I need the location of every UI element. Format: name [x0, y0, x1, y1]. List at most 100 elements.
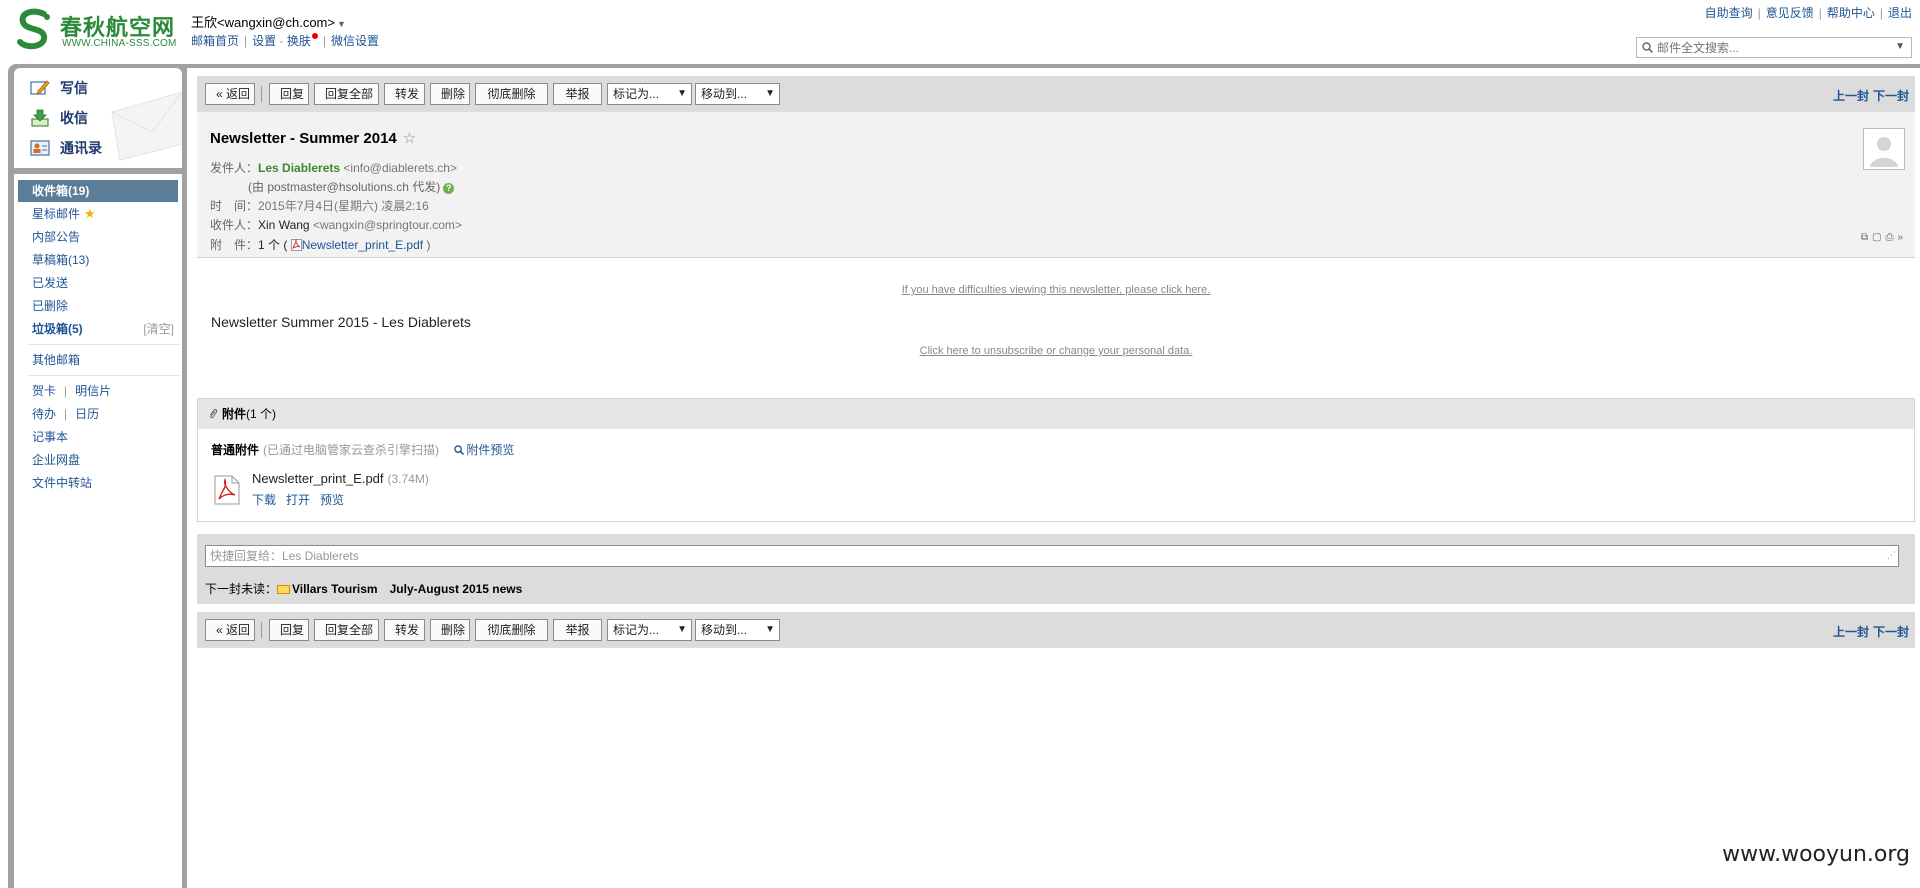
receive-mail-button[interactable]: 收信	[30, 107, 88, 129]
search-options-chevron-icon[interactable]: ▼	[1895, 41, 1905, 52]
folder-starred[interactable]: 星标邮件 ★	[18, 203, 178, 225]
reply-button[interactable]: 回复	[269, 619, 309, 641]
mark-as-label: 标记为...	[613, 623, 660, 637]
todo-link[interactable]: 待办	[32, 407, 56, 421]
folder-spam-label: 垃圾箱(5)	[32, 322, 83, 336]
next-mail-link[interactable]: 下一封	[1873, 625, 1909, 639]
folder-internal[interactable]: 内部公告	[18, 226, 178, 248]
mail-pager: 上一封 下一封	[1829, 87, 1909, 104]
quick-reply-input[interactable]: 快捷回复给：Les Diablerets ⋰	[205, 545, 1899, 567]
delete-forever-button[interactable]: 彻底删除	[475, 83, 548, 105]
chevron-down-icon[interactable]: ▼	[337, 19, 346, 29]
open-link[interactable]: 打开	[286, 493, 310, 507]
next-mail-link[interactable]: 下一封	[1873, 89, 1909, 103]
nav-divider	[28, 375, 180, 376]
report-button[interactable]: 举报	[553, 619, 602, 641]
user-account[interactable]: 王欣<wangxin@ch.com> ▼	[191, 12, 346, 31]
logout-link[interactable]: 退出	[1888, 6, 1912, 20]
delete-button[interactable]: 删除	[430, 619, 470, 641]
via-text: (由 postmaster@hsolutions.ch 代发)	[248, 180, 441, 194]
attachment-preview-link[interactable]: 附件预览	[454, 443, 514, 457]
back-button[interactable]: « 返回	[205, 83, 255, 105]
watermark: www.wooyun.org	[1722, 842, 1910, 867]
search-box[interactable]: ▼	[1636, 37, 1912, 58]
mark-as-select[interactable]: 标记为... ▼	[607, 83, 692, 105]
report-button[interactable]: 举报	[553, 83, 602, 105]
clear-spam-link[interactable]: [清空]	[143, 318, 174, 340]
more-chevron-icon[interactable]: »	[1897, 232, 1903, 243]
folder-spam[interactable]: 垃圾箱(5) [清空]	[18, 318, 178, 340]
mark-as-select[interactable]: 标记为... ▼	[607, 619, 692, 641]
feedback-link[interactable]: 意见反馈	[1766, 6, 1814, 20]
calendar-link[interactable]: 日历	[75, 407, 99, 421]
folder-deleted[interactable]: 已删除	[18, 295, 178, 317]
prev-mail-link[interactable]: 上一封	[1833, 89, 1869, 103]
resize-grip-icon[interactable]: ⋰	[1887, 545, 1896, 565]
quick-reply-placeholder: 快捷回复给：Les Diablerets	[210, 549, 359, 563]
reply-button[interactable]: 回复	[269, 83, 309, 105]
help-icon[interactable]: ?	[443, 183, 455, 194]
sender-email: <info@diablerets.ch>	[343, 161, 457, 175]
next-unread-subject[interactable]: July-August 2015 news	[390, 582, 523, 596]
folder-sent[interactable]: 已发送	[18, 272, 178, 294]
delete-button[interactable]: 删除	[430, 83, 470, 105]
attachments-header: 附件(1 个)	[198, 399, 1914, 429]
download-link[interactable]: 下载	[252, 493, 276, 507]
folder-other[interactable]: 其他邮箱	[18, 349, 178, 371]
unsubscribe-link[interactable]: Click here to unsubscribe or change your…	[197, 345, 1915, 357]
enterprise-disk-link[interactable]: 企业网盘	[18, 449, 178, 471]
reply-all-button[interactable]: 回复全部	[314, 619, 379, 641]
back-button[interactable]: « 返回	[205, 619, 255, 641]
search-icon	[1642, 42, 1653, 53]
reply-all-button[interactable]: 回复全部	[314, 83, 379, 105]
folder-drafts[interactable]: 草稿箱(13)	[18, 249, 178, 271]
folder-inbox[interactable]: 收件箱(19)	[18, 180, 178, 202]
time-line: 时 间：2015年7月4日(星期六) 凌晨2:16	[210, 197, 429, 214]
view-online-link[interactable]: If you have difficulties viewing this ne…	[197, 284, 1915, 296]
quick-actions-panel: 写信 收信 通讯录	[14, 68, 182, 168]
popout-window-icon[interactable]: ⧉	[1861, 232, 1868, 243]
receive-mail-label: 收信	[60, 110, 88, 126]
notes-link[interactable]: 记事本	[18, 426, 178, 448]
todo-links: 待办 | 日历	[32, 407, 100, 421]
settings-link[interactable]: 设置	[252, 34, 276, 48]
postcard-link[interactable]: 明信片	[75, 384, 111, 398]
move-to-select[interactable]: 移动到... ▼	[695, 619, 780, 641]
pdf-file-icon	[214, 475, 240, 505]
attachment-file-size: (3.74M)	[387, 472, 429, 486]
attach-line: 附 件：1 个 ( Newsletter_print_E.pdf )	[210, 236, 430, 253]
preview-link[interactable]: 预览	[320, 493, 344, 507]
forward-button[interactable]: 转发	[384, 619, 425, 641]
prev-mail-link[interactable]: 上一封	[1833, 625, 1869, 639]
next-unread-bar: 下一封未读： Villars Tourism July-August 2015 ne…	[197, 574, 1915, 604]
top-toolbar: « 返回 回复 回复全部 转发 删除 彻底删除 举报 标记为... ▼ 移动到..…	[197, 76, 1915, 112]
compose-label: 写信	[60, 80, 88, 96]
skin-link[interactable]: 换肤	[287, 34, 311, 48]
brand-logo[interactable]: 春秋航空网 WWW.CHINA-SSS.COM	[14, 8, 184, 52]
wechat-settings-link[interactable]: 微信设置	[331, 34, 379, 48]
delete-forever-button[interactable]: 彻底删除	[475, 619, 548, 641]
move-to-select[interactable]: 移动到... ▼	[695, 83, 780, 105]
forward-button[interactable]: 转发	[384, 83, 425, 105]
from-line: 发件人：Les Diablerets <info@diablerets.ch>	[210, 159, 457, 176]
attachment-file-name: Newsletter_print_E.pdf (3.74M)	[252, 471, 429, 486]
envelope-icon	[277, 585, 291, 595]
move-to-label: 移动到...	[701, 623, 748, 637]
sender-name[interactable]: Les Diablerets	[258, 161, 340, 175]
mailbox-home-link[interactable]: 邮箱首页	[191, 34, 239, 48]
chevron-down-icon: ▼	[765, 88, 775, 99]
search-input[interactable]	[1657, 39, 1887, 56]
star-outline-icon[interactable]: ☆	[403, 130, 416, 147]
file-transfer-link[interactable]: 文件中转站	[18, 472, 178, 494]
print-icon[interactable]: ⎙	[1885, 232, 1893, 243]
header-attachment-link[interactable]: Newsletter_print_E.pdf	[302, 238, 423, 252]
greeting-card-link[interactable]: 贺卡	[32, 384, 56, 398]
contacts-button[interactable]: 通讯录	[30, 137, 102, 159]
self-service-link[interactable]: 自助查询	[1705, 6, 1753, 20]
help-center-link[interactable]: 帮助中心	[1827, 6, 1875, 20]
folder-starred-label: 星标邮件	[32, 207, 81, 221]
view-source-icon[interactable]: ▢	[1872, 232, 1881, 243]
next-unread-from[interactable]: Villars Tourism	[292, 582, 378, 596]
chevron-down-icon: ▼	[677, 624, 687, 635]
compose-button[interactable]: 写信	[30, 77, 88, 99]
